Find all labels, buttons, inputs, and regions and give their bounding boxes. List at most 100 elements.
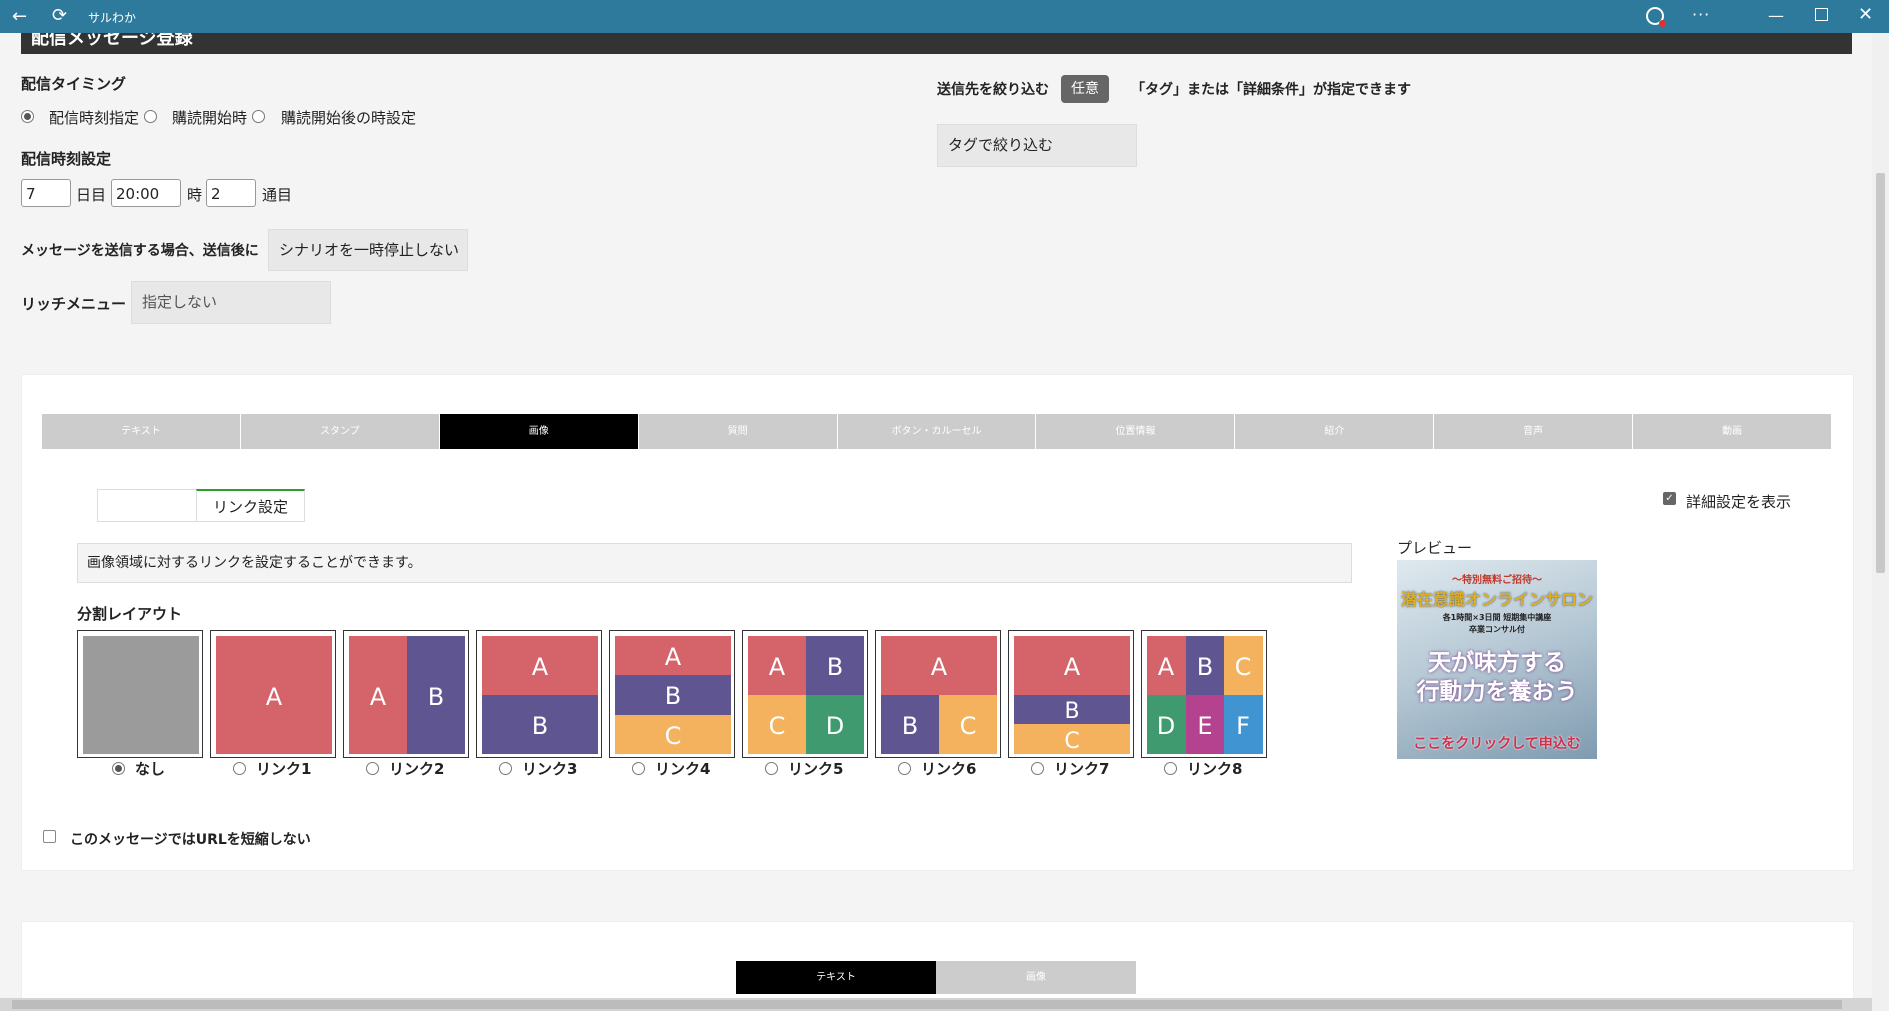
layout-radio[interactable] — [765, 762, 778, 775]
layout-radio[interactable] — [898, 762, 911, 775]
layout-option[interactable]: リンク5 — [765, 758, 843, 779]
bottom-tab-text[interactable]: テキスト — [736, 961, 936, 994]
layout-option[interactable]: リンク7 — [1031, 758, 1109, 779]
svg-text:A: A — [1158, 653, 1175, 681]
layout-none-graphic — [83, 636, 199, 754]
layout-radio[interactable] — [632, 762, 645, 775]
layout-option-label: リンク3 — [522, 760, 578, 778]
layout-option[interactable]: なし — [112, 758, 165, 779]
layout-link1-tile[interactable]: A — [210, 630, 336, 758]
page-header: 配信メッセージ登録 — [21, 33, 1852, 54]
layout-link5-tile[interactable]: A B C D — [742, 630, 868, 758]
day-input[interactable]: 7 — [21, 179, 71, 207]
layout-option[interactable]: リンク2 — [366, 758, 444, 779]
title-bar: ← ⟳ サルわか ··· — ✕ — [0, 0, 1889, 33]
subtab-link-settings[interactable]: リンク設定 — [196, 489, 305, 522]
layout-option[interactable]: リンク8 — [1164, 758, 1242, 779]
page-title: 配信メッセージ登録 — [31, 33, 193, 49]
day-unit-label: 日目 — [76, 186, 107, 204]
timing-option-label: 購読開始後の時設定 — [281, 109, 417, 127]
time-input[interactable]: 20:00 — [111, 179, 181, 207]
optional-badge: 任意 — [1061, 75, 1109, 103]
layout-link2-tile[interactable]: A B — [343, 630, 469, 758]
close-icon[interactable]: ✕ — [1858, 4, 1873, 25]
layout-radio[interactable] — [233, 762, 246, 775]
tab-audio[interactable]: 音声 — [1434, 414, 1634, 449]
layout-option-label: リンク6 — [921, 760, 977, 778]
tab-text[interactable]: テキスト — [42, 414, 241, 449]
layout-link1-graphic: A — [216, 636, 332, 754]
layout-radio[interactable] — [112, 762, 125, 775]
svg-text:B: B — [532, 712, 548, 740]
layout-option[interactable]: リンク6 — [898, 758, 976, 779]
svg-text:C: C — [960, 712, 977, 740]
url-shorten-checkbox[interactable] — [43, 830, 56, 843]
layout-link7-tile[interactable]: A B C — [1008, 630, 1134, 758]
layout-option-label: リンク1 — [256, 760, 312, 778]
layout-option[interactable]: リンク3 — [499, 758, 577, 779]
url-shorten-label: このメッセージではURLを短縮しない — [70, 832, 311, 848]
horizontal-scroll-thumb[interactable] — [12, 1000, 1842, 1009]
svg-text:B: B — [1197, 653, 1213, 681]
split-layout-heading: 分割レイアウト — [77, 605, 183, 623]
minimize-icon[interactable]: — — [1768, 6, 1784, 25]
refresh-icon[interactable]: ⟳ — [52, 5, 67, 26]
maximize-icon[interactable] — [1815, 8, 1828, 21]
tag-filter-button[interactable]: タグで絞り込む — [937, 124, 1137, 167]
timing-radio-start[interactable] — [144, 110, 157, 123]
svg-text:A: A — [769, 653, 786, 681]
layout-option[interactable]: リンク4 — [632, 758, 710, 779]
message-type-tabs: テキスト スタンプ 画像 質問 ボタン・カルーセル 位置情報 紹介 音声 動画 — [42, 414, 1832, 449]
after-send-select[interactable]: シナリオを一時停止しない — [268, 229, 468, 271]
layout-radio[interactable] — [366, 762, 379, 775]
layout-radio[interactable] — [499, 762, 512, 775]
svg-text:A: A — [665, 643, 682, 671]
layout-none-tile[interactable] — [77, 630, 203, 758]
svg-text:A: A — [266, 683, 283, 711]
svg-text:A: A — [370, 683, 387, 711]
svg-text:C: C — [769, 712, 786, 740]
tab-button-carousel[interactable]: ボタン・カルーセル — [837, 414, 1037, 449]
tab-image[interactable]: 画像 — [439, 414, 639, 449]
layout-radio[interactable] — [1031, 762, 1044, 775]
rich-menu-select[interactable]: 指定しない — [131, 281, 331, 324]
svg-text:A: A — [1064, 653, 1081, 681]
extension-icon[interactable] — [1646, 7, 1666, 27]
count-input[interactable]: 2 — [206, 179, 256, 207]
tab-question[interactable]: 質問 — [638, 414, 838, 449]
layout-link6-tile[interactable]: A B C — [875, 630, 1001, 758]
layout-link6-graphic: A B C — [881, 636, 997, 754]
layout-link2-graphic: A B — [349, 636, 465, 754]
detail-setting-checkbox[interactable]: ✓ — [1663, 492, 1676, 505]
layout-option[interactable]: リンク1 — [233, 758, 311, 779]
layout-option-label: リンク4 — [655, 760, 711, 778]
vertical-scroll-thumb[interactable] — [1876, 173, 1885, 573]
timing-radio-specified[interactable] — [21, 110, 34, 123]
layout-link8-tile[interactable]: A B C D E F — [1141, 630, 1267, 758]
layout-link4-tile[interactable]: A B C — [609, 630, 735, 758]
info-box: 画像領域に対するリンクを設定することができます。 — [77, 543, 1352, 583]
svg-text:B: B — [827, 653, 843, 681]
more-options-icon[interactable]: ··· — [1692, 5, 1710, 24]
tab-video[interactable]: 動画 — [1633, 414, 1832, 449]
layout-radio[interactable] — [1164, 762, 1177, 775]
layout-link8-graphic: A B C D E F — [1147, 636, 1263, 754]
layout-link4-graphic: A B C — [615, 636, 731, 754]
vertical-scrollbar[interactable] — [1872, 33, 1889, 1011]
layout-option-label: リンク7 — [1054, 760, 1110, 778]
horizontal-scrollbar[interactable] — [0, 998, 1872, 1011]
subtab-image[interactable] — [97, 489, 197, 522]
bottom-tab-image[interactable]: 画像 — [936, 961, 1136, 994]
layout-link7-graphic: A B C — [1014, 636, 1130, 754]
tab-introduction[interactable]: 紹介 — [1235, 414, 1435, 449]
count-unit-label: 通目 — [262, 186, 293, 204]
layout-link3-tile[interactable]: A B — [476, 630, 602, 758]
preview-image: 〜特別無料ご招待〜 潜在意識オンラインサロン 各1時間×3日間 短期集中講座 卒… — [1397, 560, 1597, 759]
layout-link3-graphic: A B — [482, 636, 598, 754]
timing-radio-after-start[interactable] — [252, 110, 265, 123]
tab-stamp[interactable]: スタンプ — [240, 414, 440, 449]
svg-text:C: C — [1064, 729, 1079, 754]
tab-location[interactable]: 位置情報 — [1036, 414, 1236, 449]
svg-text:C: C — [665, 722, 682, 750]
back-arrow-icon[interactable]: ← — [12, 6, 27, 27]
